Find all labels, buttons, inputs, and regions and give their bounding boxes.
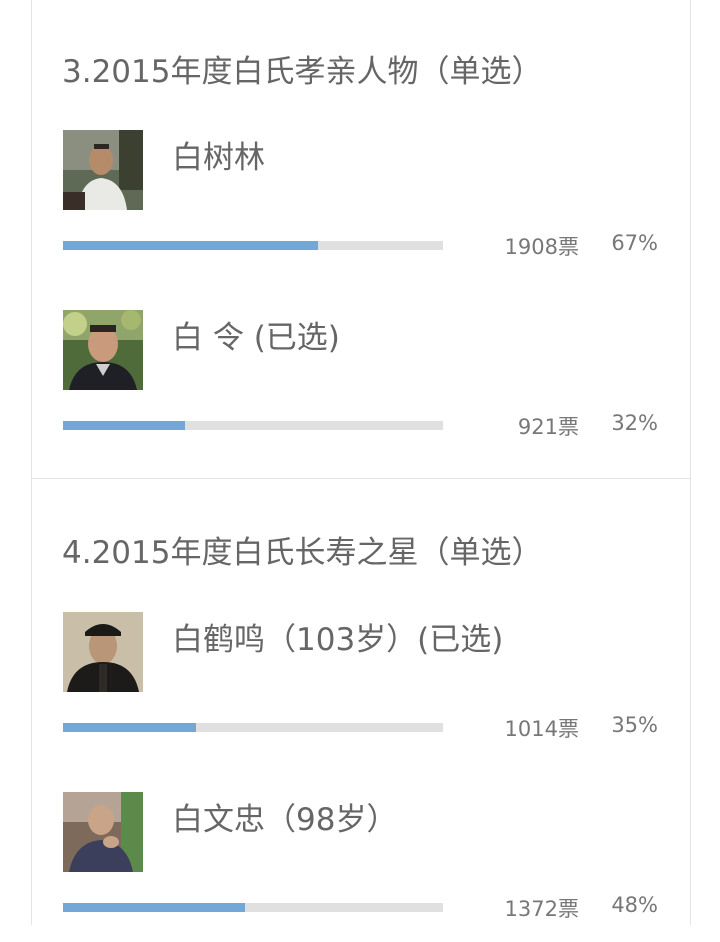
candidate-photo [63,792,143,872]
question-title: 3.2015年度白氏孝亲人物（单选） [62,54,543,90]
candidate-photo [63,130,143,210]
candidate-photo [63,612,143,692]
vote-percent: 32% [611,411,658,435]
option-item[interactable]: 白文忠（98岁） 1372票 48% [32,792,690,942]
vote-progress-fill [63,903,246,912]
vote-percent: 35% [611,713,658,737]
option-item[interactable]: 白 令 (已选) 921票 32% [32,310,690,460]
option-item[interactable]: 白鹤鸣（103岁）(已选) 1014票 35% [32,612,690,762]
vote-progress-fill [63,241,318,250]
vote-percent: 48% [611,893,658,917]
vote-count: 921票 [517,415,579,439]
option-label: 白文忠（98岁） [172,802,398,838]
candidate-photo [63,310,143,390]
vote-percent: 67% [611,231,658,255]
vote-progress-bar [63,421,443,430]
vote-progress-bar [63,241,443,250]
vote-count: 1372票 [504,897,579,921]
question-title: 4.2015年度白氏长寿之星（单选） [62,535,543,571]
question-card-3: 3.2015年度白氏孝亲人物（单选） 白树林 1908票 67% 白 令 (已选… [31,0,691,478]
option-item[interactable]: 白树林 1908票 67% [32,130,690,280]
vote-progress-fill [63,421,185,430]
question-card-4: 4.2015年度白氏长寿之星（单选） 白鹤鸣（103岁）(已选) 1014票 3… [31,478,691,925]
vote-count: 1908票 [504,235,579,259]
option-label: 白鹤鸣（103岁）(已选) [172,622,504,658]
vote-progress-bar [63,903,443,912]
vote-progress-fill [63,723,196,732]
vote-progress-bar [63,723,443,732]
vote-count: 1014票 [504,717,579,741]
option-label: 白 令 (已选) [172,320,340,356]
option-label: 白树林 [172,140,265,176]
